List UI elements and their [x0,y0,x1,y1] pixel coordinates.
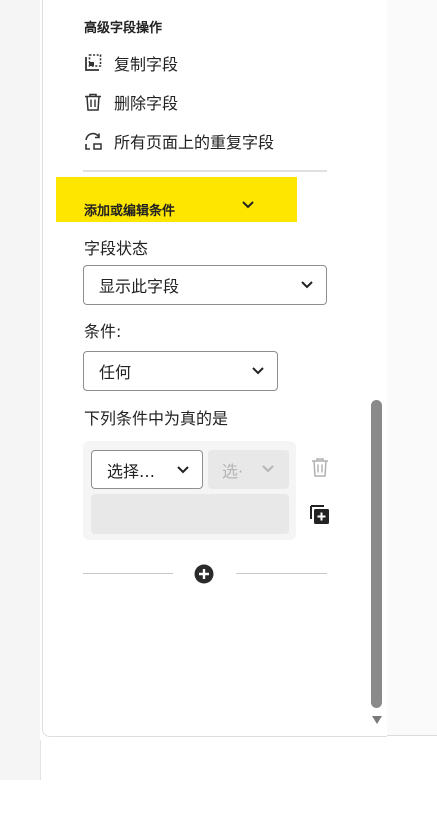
chevron-down-icon [301,281,313,289]
copy-field-label: 复制字段 [114,55,179,74]
delete-field-action[interactable]: 删除字段 [83,90,178,114]
section-divider [83,170,327,172]
chevron-down-icon [262,465,274,473]
delete-field-label: 删除字段 [114,94,179,113]
background-right [386,0,437,736]
true-when-label: 下列条件中为真的是 [84,409,229,428]
advanced-actions-title: 高级字段操作 [84,21,163,36]
duplicate-all-pages-label: 所有页面上的重复字段 [114,133,275,152]
rule-field-select[interactable]: 选择… [91,450,203,489]
duplicate-pages-icon [83,131,103,151]
condition-value: 任何 [99,363,132,382]
chevron-down-icon [252,367,264,375]
divider-right [386,735,437,736]
add-condition-icon[interactable] [194,564,214,584]
add-divider-left [83,573,173,574]
rule-field-value: 选择… [107,461,156,481]
field-state-label: 字段状态 [84,239,149,258]
copy-rule-icon[interactable] [309,503,331,525]
trash-icon [83,92,103,112]
divider-left [40,740,41,780]
conditions-header-title[interactable]: 添加或编辑条件 [84,200,175,219]
copy-field-action[interactable]: 复制字段 [83,51,178,75]
condition-select[interactable]: 任何 [83,351,278,391]
delete-rule-icon[interactable] [309,456,331,478]
field-state-value: 显示此字段 [99,277,180,296]
rule-operator-select[interactable]: 选· [208,450,289,489]
duplicate-all-pages-action[interactable]: 所有页面上的重复字段 [83,129,274,153]
chevron-down-icon [177,466,189,474]
add-divider-right [236,573,327,574]
rule-value-field[interactable] [91,494,289,534]
copy-icon [83,53,103,73]
scrollbar-thumb[interactable] [371,400,382,708]
field-state-select[interactable]: 显示此字段 [83,265,327,305]
condition-label: 条件: [84,322,122,341]
chevron-down-icon[interactable] [240,198,256,212]
rule-operator-value: 选· [222,461,244,481]
background-left [0,0,40,780]
scroll-down-arrow-icon[interactable] [370,715,384,725]
